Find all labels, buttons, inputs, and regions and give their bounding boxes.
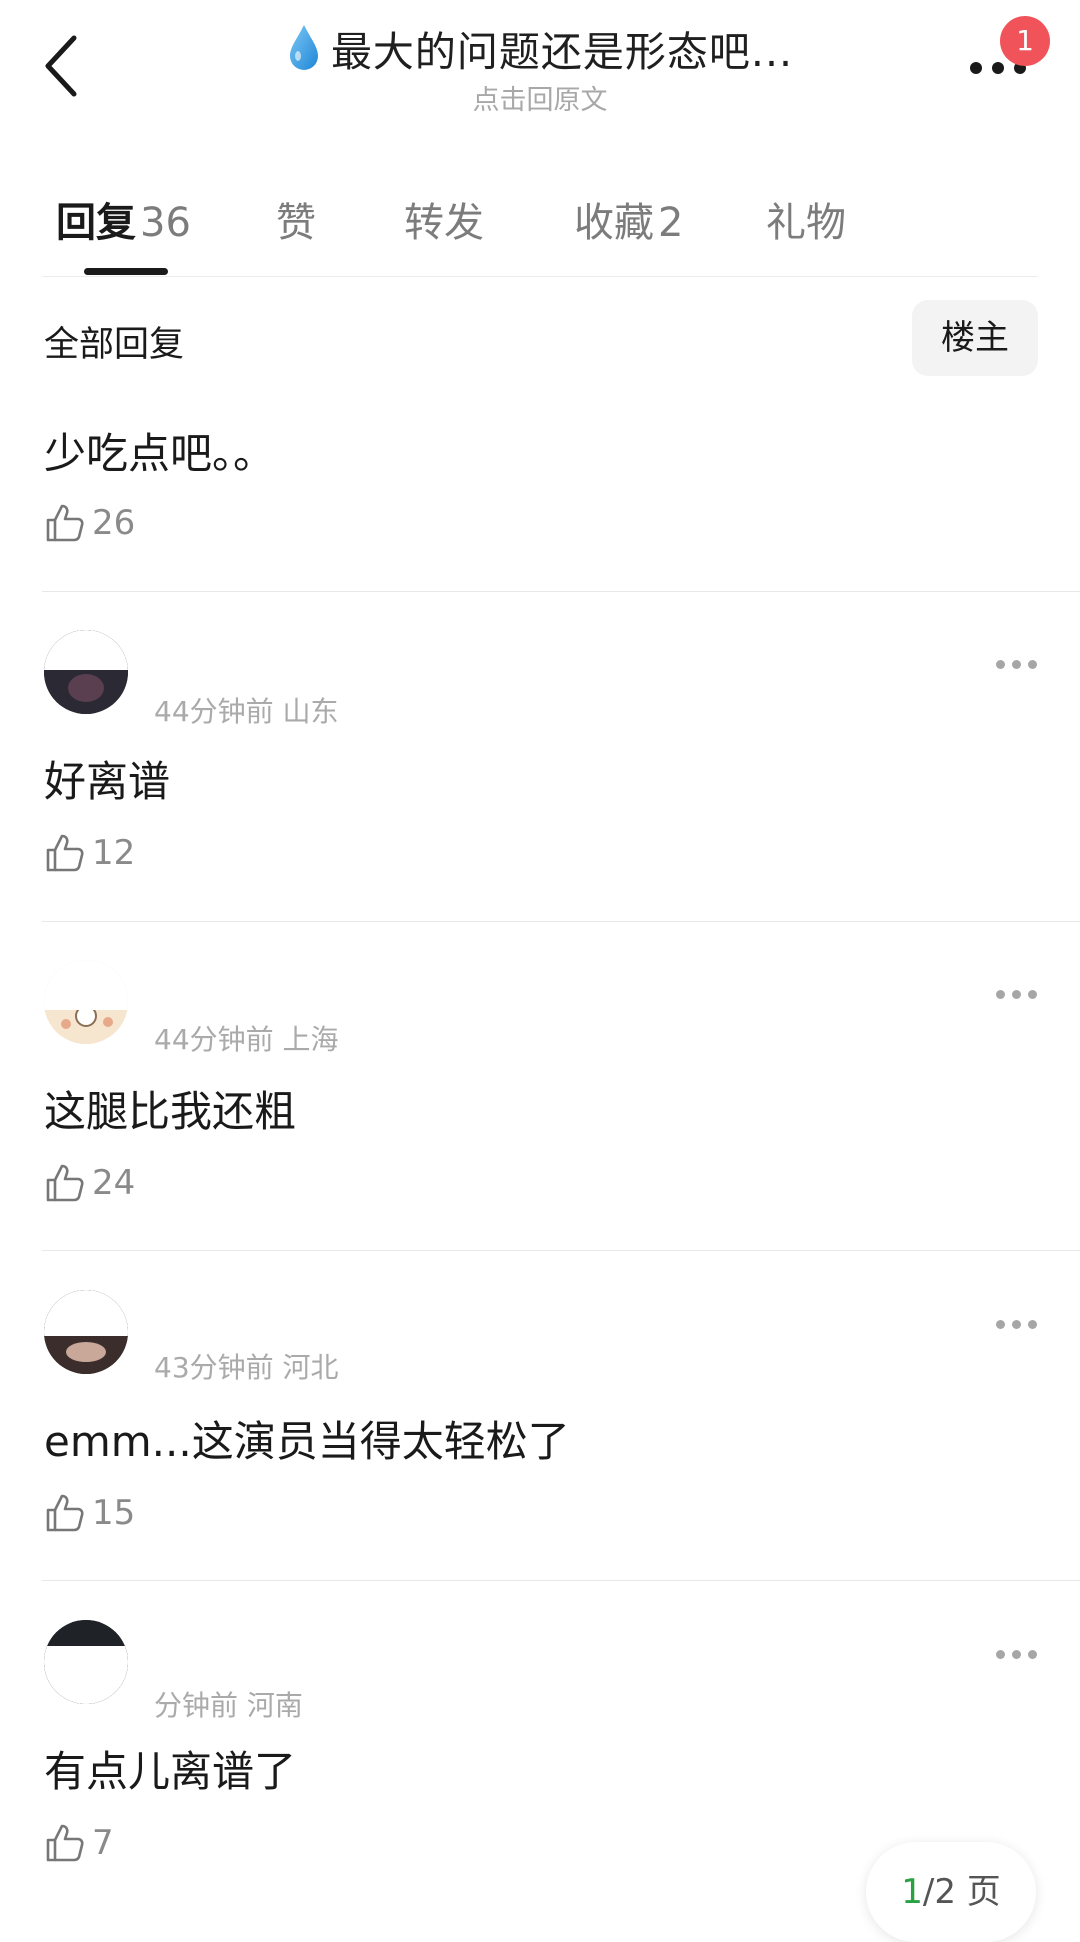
all-replies-label: 全部回复	[44, 325, 185, 365]
like-button[interactable]: 24	[44, 1162, 135, 1204]
page-indicator[interactable]: 1/2 页	[866, 1842, 1036, 1942]
like-button[interactable]: 7	[44, 1822, 114, 1864]
like-button[interactable]: 15	[44, 1492, 135, 1534]
thumbs-up-icon	[46, 1494, 84, 1532]
reply-divider	[42, 1250, 1080, 1251]
active-tab-indicator	[84, 268, 168, 275]
tab-favorites[interactable]: 收藏 2	[574, 190, 683, 248]
like-count: 15	[92, 1493, 136, 1533]
reply-meta: 44分钟前 上海	[154, 1023, 339, 1056]
tabs-divider	[42, 276, 1038, 277]
tab-bar: 回复 36 赞 转发 收藏 2 礼物	[0, 180, 1080, 280]
reply-meta: 分钟前 河南	[154, 1689, 303, 1722]
reply-meta: 43分钟前 河北	[154, 1351, 339, 1384]
reply-content: 少吃点吧。。	[44, 429, 276, 478]
avatar[interactable]	[44, 630, 128, 714]
reply-more-icon[interactable]	[994, 1310, 1040, 1340]
reply-content: 好离谱	[44, 757, 171, 806]
water-drop-icon	[287, 23, 321, 73]
current-page: 1	[901, 1872, 923, 1912]
like-button[interactable]: 26	[44, 502, 135, 544]
thumbs-up-icon	[46, 1824, 84, 1862]
tab-replies[interactable]: 回复 36	[56, 190, 191, 248]
reply-content: 有点儿离谱了	[44, 1747, 297, 1796]
reply-more-icon[interactable]	[994, 1640, 1040, 1670]
thumbs-up-icon	[46, 1164, 84, 1202]
reply-more-icon[interactable]	[994, 980, 1040, 1010]
reply-divider	[42, 1580, 1080, 1581]
back-to-original-link[interactable]: 点击回原文	[0, 78, 1080, 117]
reply-more-icon[interactable]	[994, 650, 1040, 680]
reply-divider	[42, 591, 1080, 592]
like-count: 7	[92, 1823, 114, 1863]
avatar[interactable]	[44, 1290, 128, 1374]
top-nav-bar: 最大的问题还是形态吧... 点击回原文 1	[0, 0, 1080, 130]
title-block[interactable]: 最大的问题还是形态吧... 点击回原文	[0, 18, 1080, 117]
avatar[interactable]	[44, 1620, 128, 1704]
tab-reposts[interactable]: 转发	[404, 190, 484, 248]
notification-badge: 1	[1000, 16, 1050, 66]
reply-content: emm...这演员当得太轻松了	[44, 1417, 570, 1466]
like-count: 12	[92, 833, 136, 873]
reply-content: 这腿比我还粗	[44, 1087, 297, 1136]
avatar[interactable]	[44, 960, 128, 1044]
like-count: 26	[92, 503, 136, 543]
reply-divider	[42, 921, 1080, 922]
like-button[interactable]: 12	[44, 832, 135, 874]
post-title: 最大的问题还是形态吧...	[330, 28, 794, 76]
tab-gifts[interactable]: 礼物	[766, 190, 846, 248]
thumbs-up-icon	[46, 834, 84, 872]
reply-meta: 44分钟前 山东	[154, 695, 339, 728]
op-only-button[interactable]: 楼主	[912, 300, 1038, 376]
thumbs-up-icon	[46, 504, 84, 542]
page-total: /2 页	[922, 1872, 1001, 1912]
like-count: 24	[92, 1163, 136, 1203]
tab-likes[interactable]: 赞	[276, 190, 316, 248]
